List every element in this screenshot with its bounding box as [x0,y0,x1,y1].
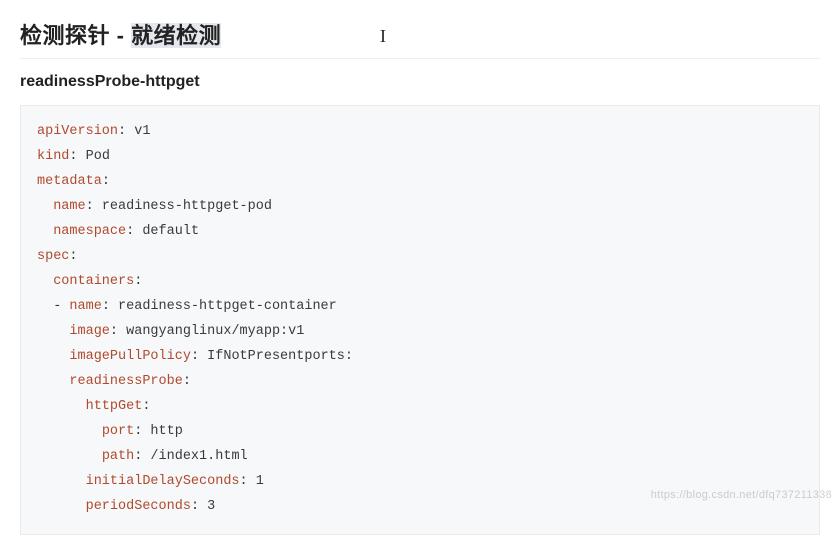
yaml-key: kind [37,149,69,164]
code-line: readinessProbe: [37,370,803,395]
yaml-value: 3 [199,499,215,514]
code-line: name: readiness-httpget-pod [37,195,803,220]
code-line: port: http [37,420,803,445]
yaml-key: spec [37,249,69,264]
yaml-key: path [102,449,134,464]
code-line: imagePullPolicy: IfNotPresentports: [37,345,803,370]
yaml-value: 1 [248,474,264,489]
heading-prefix: 检测探针 - [20,23,131,48]
yaml-key: apiVersion [37,124,118,139]
yaml-key: name [53,199,85,214]
yaml-key: namespace [53,224,126,239]
code-line: containers: [37,270,803,295]
code-line: - name: readiness-httpget-container [37,295,803,320]
yaml-value: readiness-httpget-container [110,299,337,314]
page-title: 检测探针 - 就绪检测 [20,18,820,50]
yaml-key: imagePullPolicy [69,349,191,364]
section-title: readinessProbe-httpget [20,73,820,91]
yaml-value: default [134,224,199,239]
code-line: metadata: [37,170,803,195]
yaml-value: http [142,424,183,439]
text-cursor-icon: I [380,26,386,47]
yaml-code-block: apiVersion: v1 kind: Pod metadata: name:… [20,105,820,535]
yaml-key: image [69,324,110,339]
code-line: spec: [37,245,803,270]
yaml-value: readiness-httpget-pod [94,199,272,214]
code-line: namespace: default [37,220,803,245]
yaml-key: metadata [37,174,102,189]
yaml-value: /index1.html [142,449,247,464]
yaml-key: readinessProbe [69,374,182,389]
yaml-value: Pod [78,149,110,164]
yaml-key: httpGet [86,399,143,414]
watermark-text: https://blog.csdn.net/dfq737211338 [651,489,832,501]
yaml-key: name [69,299,101,314]
yaml-key: periodSeconds [86,499,191,514]
code-line: path: /index1.html [37,445,803,470]
code-line: image: wangyanglinux/myapp:v1 [37,320,803,345]
code-line: apiVersion: v1 [37,120,803,145]
yaml-value: wangyanglinux/myapp:v1 [118,324,304,339]
yaml-key: port [102,424,134,439]
code-line: httpGet: [37,395,803,420]
heading-highlight: 就绪检测 [131,23,221,48]
yaml-value: IfNotPresentports: [199,349,353,364]
yaml-key: containers [53,274,134,289]
yaml-value: v1 [126,124,150,139]
yaml-key: initialDelaySeconds [86,474,240,489]
divider [20,58,820,59]
code-line: kind: Pod [37,145,803,170]
